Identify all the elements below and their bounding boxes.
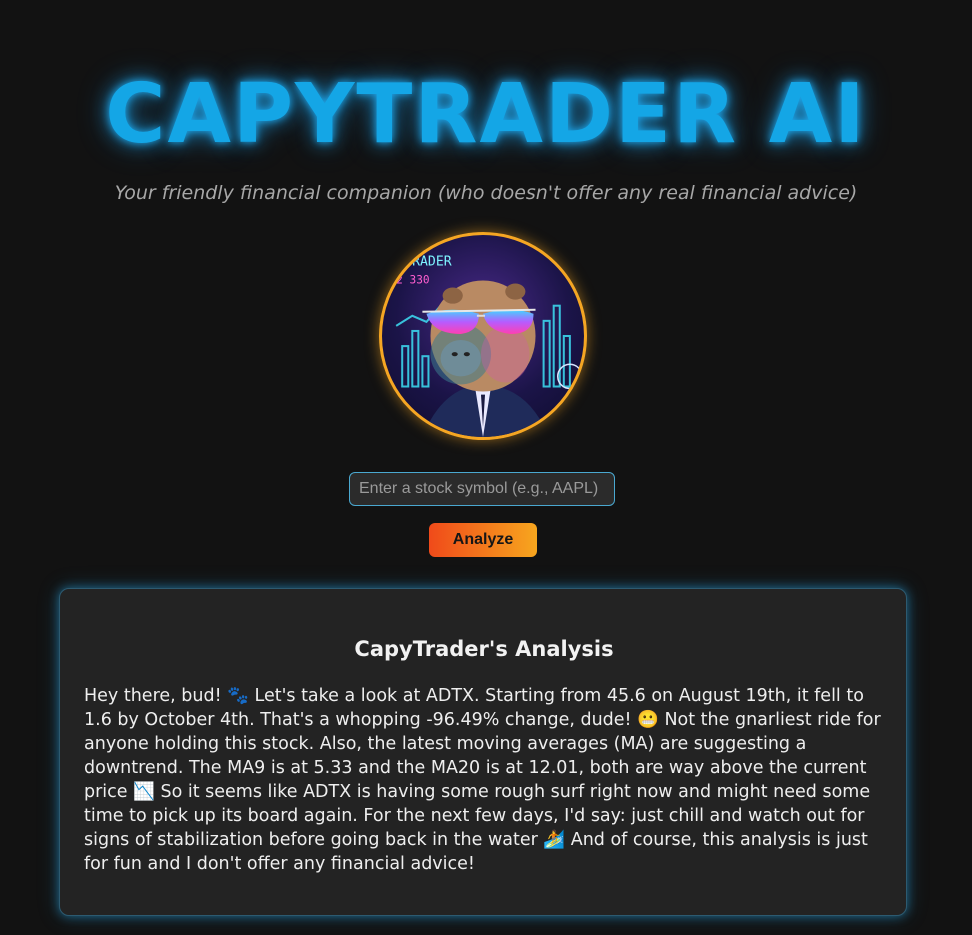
- capybara-avatar: TRADER 2 330: [379, 232, 587, 440]
- capybara-trader-icon: TRADER 2 330: [395, 254, 583, 437]
- analyze-button[interactable]: Analyze: [429, 523, 537, 557]
- page: CAPYTRADER AI Your friendly financial co…: [0, 0, 972, 935]
- tagline: Your friendly financial companion (who d…: [114, 182, 858, 204]
- app-title: CAPYTRADER AI: [105, 66, 867, 162]
- analysis-heading: CapyTrader's Analysis: [354, 637, 614, 661]
- analysis-text: Hey there, bud! 🐾 Let's take a look at A…: [84, 686, 881, 874]
- avatar-badge-number: 2 330: [396, 273, 429, 286]
- stock-symbol-input[interactable]: [349, 472, 615, 506]
- analysis-card: CapyTrader's Analysis Hey there, bud! 🐾 …: [59, 588, 907, 916]
- avatar-badge-text: TRADER: [404, 254, 452, 269]
